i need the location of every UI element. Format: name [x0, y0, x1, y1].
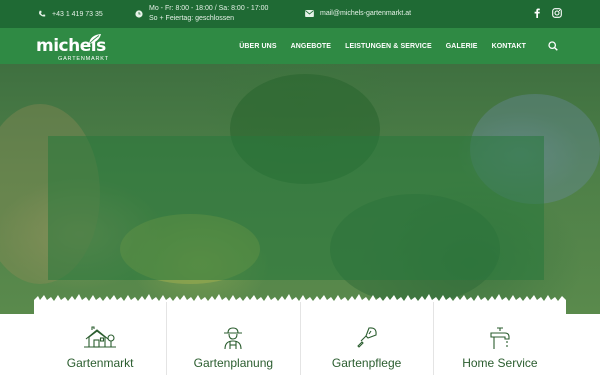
logo-subtitle: GARTENMARKT — [58, 56, 109, 62]
hours-line-weekdays: Mo - Fr: 8:00 - 18:00 / Sa: 8:00 - 17:00 — [149, 5, 269, 12]
faucet-icon — [489, 326, 511, 355]
hero-overlay — [48, 136, 544, 280]
service-card-gartenmarkt[interactable]: Gartenmarkt — [34, 302, 166, 375]
phone-number: +43 1 419 73 35 — [52, 10, 103, 18]
service-cards: Gartenmarkt Gartenplanung Gartenpflege H… — [34, 302, 566, 375]
phone-info[interactable]: +43 1 419 73 35 — [38, 10, 103, 18]
social-links — [534, 8, 562, 18]
service-label-home-service: Home Service — [462, 356, 538, 370]
search-icon[interactable] — [548, 41, 558, 51]
nav-item-angebote[interactable]: ANGEBOTE — [291, 43, 331, 50]
nav-menu: ÜBER UNS ANGEBOTE LEISTUNGEN & SERVICE G… — [239, 28, 558, 64]
trowel-icon — [356, 326, 378, 353]
email-address: mail@michels-gartenmarkt.at — [320, 10, 412, 17]
clock-icon — [135, 10, 143, 18]
nav-item-galerie[interactable]: GALERIE — [446, 43, 478, 50]
service-label-gartenplanung: Gartenplanung — [193, 356, 274, 370]
facebook-icon[interactable] — [534, 8, 540, 18]
house-icon — [83, 326, 117, 353]
service-card-gartenplanung[interactable]: Gartenplanung — [166, 302, 299, 375]
nav-item-leistungen-service[interactable]: LEISTUNGEN & SERVICE — [345, 43, 432, 50]
hero-banner — [0, 64, 600, 314]
mail-icon — [305, 10, 314, 17]
hours-line-holidays: So + Feiertag: geschlossen — [149, 15, 235, 22]
service-card-home-service[interactable]: Home Service — [432, 302, 566, 375]
nav-item-ueber-uns[interactable]: ÜBER UNS — [239, 43, 276, 50]
phone-icon — [38, 10, 46, 18]
service-card-gartenpflege[interactable]: Gartenpflege — [299, 302, 433, 375]
instagram-icon[interactable] — [552, 8, 562, 18]
opening-hours: Mo - Fr: 8:00 - 18:00 / Sa: 8:00 - 17:00… — [135, 4, 268, 24]
logo[interactable]: michels GARTENMARKT — [36, 32, 109, 62]
main-navigation: michels GARTENMARKT ÜBER UNS ANGEBOTE LE… — [0, 28, 600, 64]
top-info-bar: +43 1 419 73 35 Mo - Fr: 8:00 - 18:00 / … — [0, 0, 600, 28]
leaf-icon — [88, 32, 102, 50]
gardener-icon — [221, 326, 245, 355]
nav-item-kontakt[interactable]: KONTAKT — [492, 43, 526, 50]
service-label-gartenpflege: Gartenpflege — [331, 356, 402, 370]
service-label-gartenmarkt: Gartenmarkt — [66, 356, 134, 370]
email-info[interactable]: mail@michels-gartenmarkt.at — [305, 10, 411, 17]
